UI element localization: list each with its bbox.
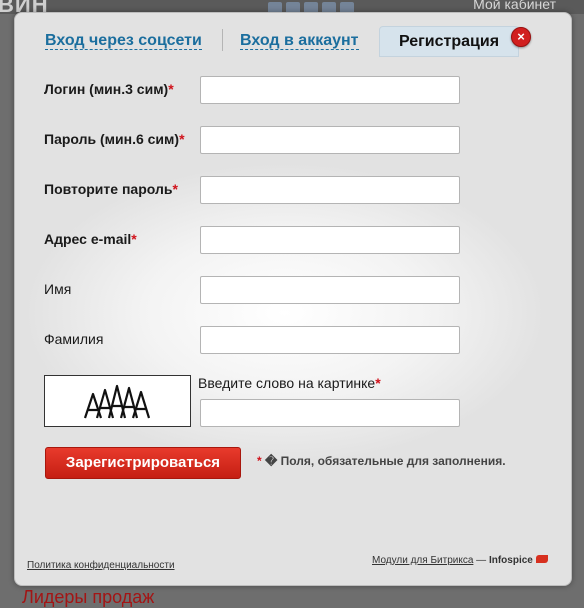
captcha-glyphs [83,384,151,419]
register-button[interactable]: Зарегистрироваться [45,447,241,479]
first-name-label: Имя [44,281,72,297]
auth-tabs: Вход через соцсети Вход в аккаунт Регист… [15,13,571,57]
bitrix-modules-link[interactable]: Модули для Битрикса [372,555,473,566]
password-repeat-input[interactable] [200,176,460,204]
background-bottom-heading: Лидеры продаж [22,587,155,607]
login-input[interactable] [200,76,460,104]
captcha-image [44,375,191,427]
close-icon[interactable]: × [511,27,531,47]
password-label: Пароль (мин.6 сим)* [44,131,185,147]
first-name-input[interactable] [200,276,460,304]
captcha-input[interactable] [200,399,460,427]
tab-account-login[interactable]: Вход в аккаунт [240,32,359,50]
password-repeat-label: Повторите пароль* [44,181,178,197]
infospice-brand: Infospice [488,555,533,566]
required-fields-note: * � Поля, обязательные для заполнения. [257,454,506,468]
background-cabinet-link: Мой кабинет [473,0,556,12]
last-name-label: Фамилия [44,331,104,347]
infospice-logo-icon [535,555,548,563]
tab-divider [222,29,223,51]
password-input[interactable] [200,126,460,154]
privacy-policy-link[interactable]: Политика конфиденциальности [27,560,175,571]
email-label: Адрес e-mail* [44,231,137,247]
footer-credits: Модули для Битрикса — Infospice [372,555,548,566]
login-label: Логин (мин.3 сим)* [44,81,174,97]
tab-social-login[interactable]: Вход через соцсети [45,32,202,50]
captcha-label: Введите слово на картинке* [198,375,381,391]
email-input[interactable] [200,226,460,254]
last-name-input[interactable] [200,326,460,354]
registration-modal: Вход через соцсети Вход в аккаунт Регист… [14,12,572,586]
tab-registration[interactable]: Регистрация [379,26,519,57]
